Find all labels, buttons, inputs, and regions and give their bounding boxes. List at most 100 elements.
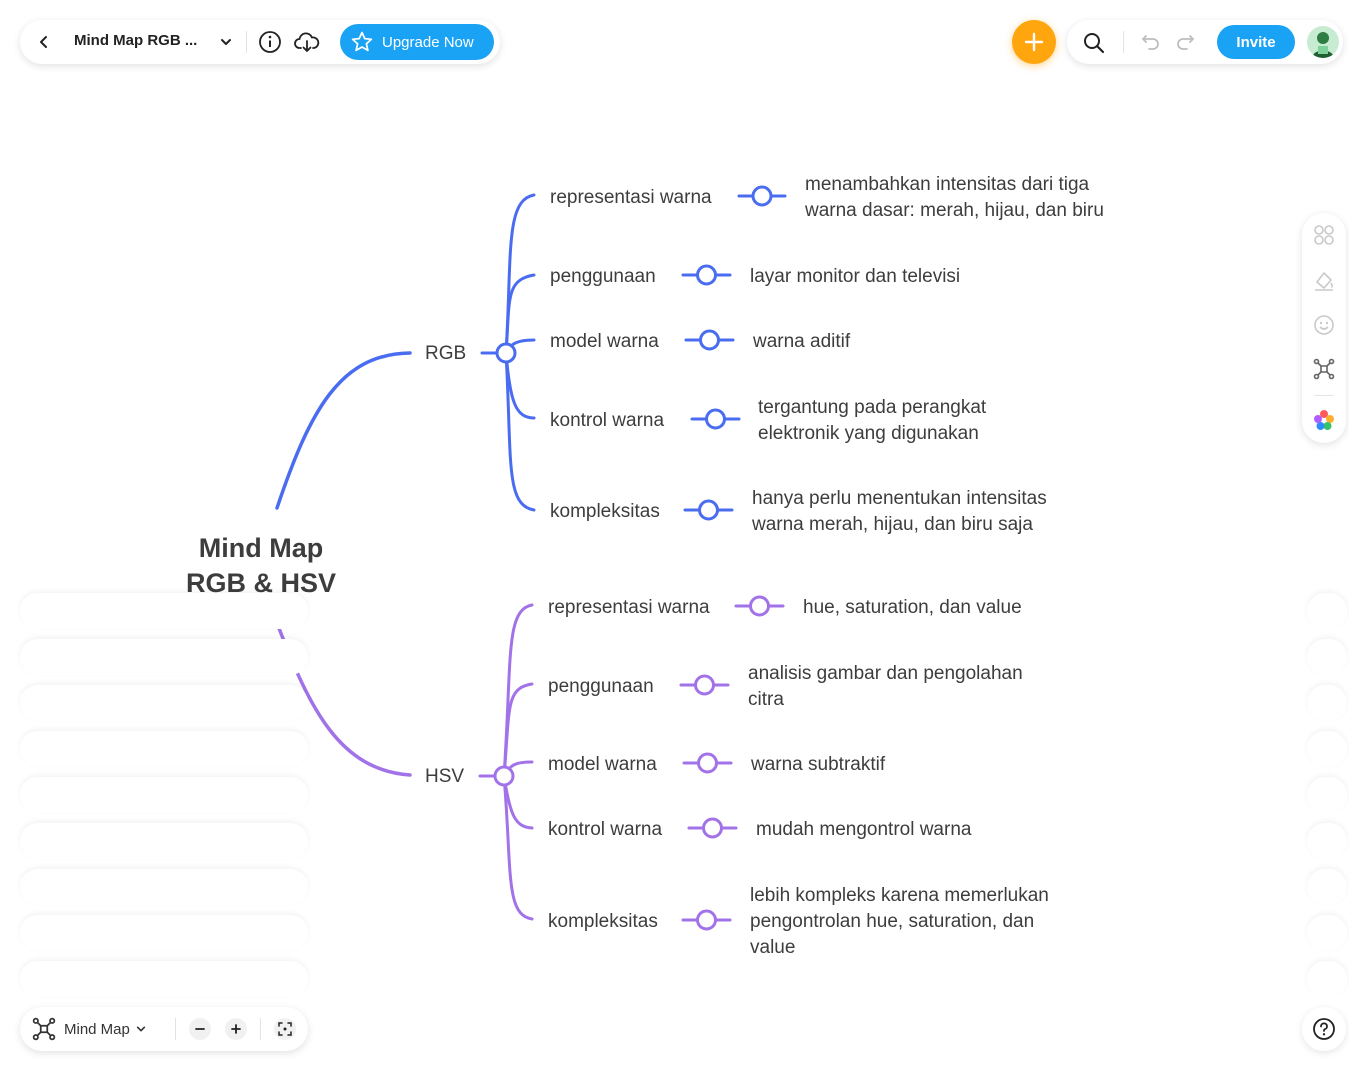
rgb-children: representasi warna menambahkan intensitas… [550,174,1104,535]
placeholder-row [20,593,308,629]
rgb-branch: RGB representasi warna menambahkan intens… [275,174,1104,535]
side-toolbar-divider [1314,395,1334,396]
style-button[interactable] [1312,269,1336,293]
sticker-button[interactable] [1312,313,1336,337]
chevron-down-icon [136,1026,146,1032]
rgb-collapse-toggle[interactable] [705,408,726,430]
hsv-collapse-toggle[interactable] [749,595,770,617]
view-toolbar: Mind Map [20,1007,308,1051]
hsv-detail-text[interactable]: hue, saturation, dan value [803,597,1022,618]
rgb-detail-text[interactable]: warna aditif [752,331,851,352]
rgb-topic-label[interactable]: kompleksitas [550,501,660,522]
hsv-detail-text[interactable]: value [750,937,795,958]
placeholder-row [20,915,308,951]
zoom-out-button[interactable] [189,1018,211,1040]
hsv-topic-label[interactable]: model warna [548,754,657,775]
info-button[interactable] [257,29,283,55]
rgb-node[interactable]: RGB [425,343,466,364]
rgb-child-node: model warna warna aditif [550,329,851,352]
rgb-collapse-toggle[interactable] [495,342,517,364]
mindmap-structure-icon [32,1017,56,1041]
minus-icon [195,1028,205,1030]
title-dropdown-button[interactable] [216,32,236,52]
placeholder-dot [1307,639,1347,675]
star-icon [351,31,373,52]
hsv-detail-text[interactable]: citra [748,689,784,710]
rgb-topic-label[interactable]: kontrol warna [550,410,664,431]
placeholder-dot [1307,685,1347,721]
toolbar-divider [260,1018,261,1040]
cloud-download-icon [294,32,320,52]
undo-icon [1142,35,1159,50]
add-button[interactable] [1012,20,1056,64]
view-mode-button[interactable]: Mind Map [32,1016,162,1042]
hsv-collapse-toggle[interactable] [694,674,715,696]
rgb-topic-label[interactable]: representasi warna [550,187,712,208]
invite-label: Invite [1236,33,1276,51]
layout-button[interactable] [1312,223,1336,247]
toolbar-divider [246,31,247,53]
hsv-detail-text[interactable]: pengontrolan hue, saturation, dan [750,911,1034,932]
mindmap-canvas[interactable]: Mind Map RGB & HSV RGB representasi warn… [0,0,1349,1071]
grid-circles-icon [1314,225,1334,245]
rgb-child-node: kontrol warna tergantung pada perangkat el… [550,397,987,444]
hsv-collapse-toggle[interactable] [696,909,717,931]
placeholder-dot [1307,961,1347,997]
redo-button[interactable] [1173,30,1197,54]
search-button[interactable] [1081,30,1107,56]
info-icon [259,31,281,53]
rgb-topic-label[interactable]: penggunaan [550,266,656,287]
hsv-detail-text[interactable]: mudah mengontrol warna [756,819,972,840]
rgb-detail-text[interactable]: tergantung pada perangkat [758,397,987,418]
hsv-detail-text[interactable]: analisis gambar dan pengolahan [748,663,1023,684]
hsv-collapse-toggle[interactable] [493,765,515,787]
rgb-detail-text[interactable]: warna dasar: merah, hijau, dan biru [804,200,1104,221]
rgb-detail-text[interactable]: menambahkan intensitas dari tiga [805,174,1090,195]
chevron-down-icon [221,39,231,45]
hsv-children: representasi warna hue, saturation, dan v… [548,595,1049,958]
fit-view-button[interactable] [274,1018,296,1040]
back-button[interactable] [34,32,54,52]
rgb-detail-text[interactable]: hanya perlu menentukan intensitas [752,488,1047,509]
rgb-collapse-toggle[interactable] [699,329,720,351]
hsv-collapse-toggle[interactable] [702,817,723,839]
rgb-collapse-toggle[interactable] [751,185,773,207]
root-to-rgb-connector [275,351,412,510]
hsv-node[interactable]: HSV [425,766,464,787]
theme-button[interactable] [1312,408,1336,432]
collaboration-toolbar: Invite [1067,20,1343,64]
invite-button[interactable]: Invite [1217,25,1295,59]
placeholder-row [20,823,308,859]
hsv-child-node: representasi warna hue, saturation, dan v… [548,595,1022,618]
root-node-line1[interactable]: Mind Map [199,533,323,563]
hsv-topic-label[interactable]: kontrol warna [548,819,662,840]
hsv-detail-text[interactable]: warna subtraktif [750,754,886,775]
hsv-branch: HSV representasi warna hue, saturation, d… [275,595,1049,958]
hsv-child-node: kontrol warna mudah mengontrol warna [548,817,972,840]
hsv-topic-label[interactable]: penggunaan [548,676,654,697]
zoom-in-button[interactable] [225,1018,247,1040]
paint-bucket-icon [1315,272,1333,291]
rgb-detail-text[interactable]: warna merah, hijau, dan biru saja [751,514,1033,535]
avatar[interactable] [1307,26,1339,58]
undo-button[interactable] [1139,30,1163,54]
chevron-left-icon [40,36,47,48]
hsv-detail-text[interactable]: lebih kompleks karena memerlukan [750,885,1049,906]
upgrade-now-button[interactable]: Upgrade Now [340,24,494,60]
rgb-topic-label[interactable]: model warna [550,331,659,352]
hsv-topic-label[interactable]: kompleksitas [548,911,658,932]
rgb-collapse-toggle[interactable] [696,264,717,286]
cloud-download-button[interactable] [292,29,322,55]
hsv-topic-label[interactable]: representasi warna [548,597,710,618]
document-title[interactable]: Mind Map RGB ... [74,32,197,49]
placeholder-dot [1307,593,1347,629]
help-button[interactable] [1302,1007,1346,1051]
structure-button[interactable] [1312,357,1336,381]
rgb-collapse-toggle[interactable] [698,499,719,521]
hsv-child-node: kompleksitas lebih kompleks karena memerl… [548,885,1049,958]
hsv-child-node: penggunaan analisis gambar dan pengolahan… [548,663,1023,710]
document-toolbar: Mind Map RGB ... Upgrade Now [20,20,500,64]
rgb-detail-text[interactable]: elektronik yang digunakan [758,423,979,444]
hsv-collapse-toggle[interactable] [697,752,718,774]
rgb-detail-text[interactable]: layar monitor dan televisi [750,266,960,287]
